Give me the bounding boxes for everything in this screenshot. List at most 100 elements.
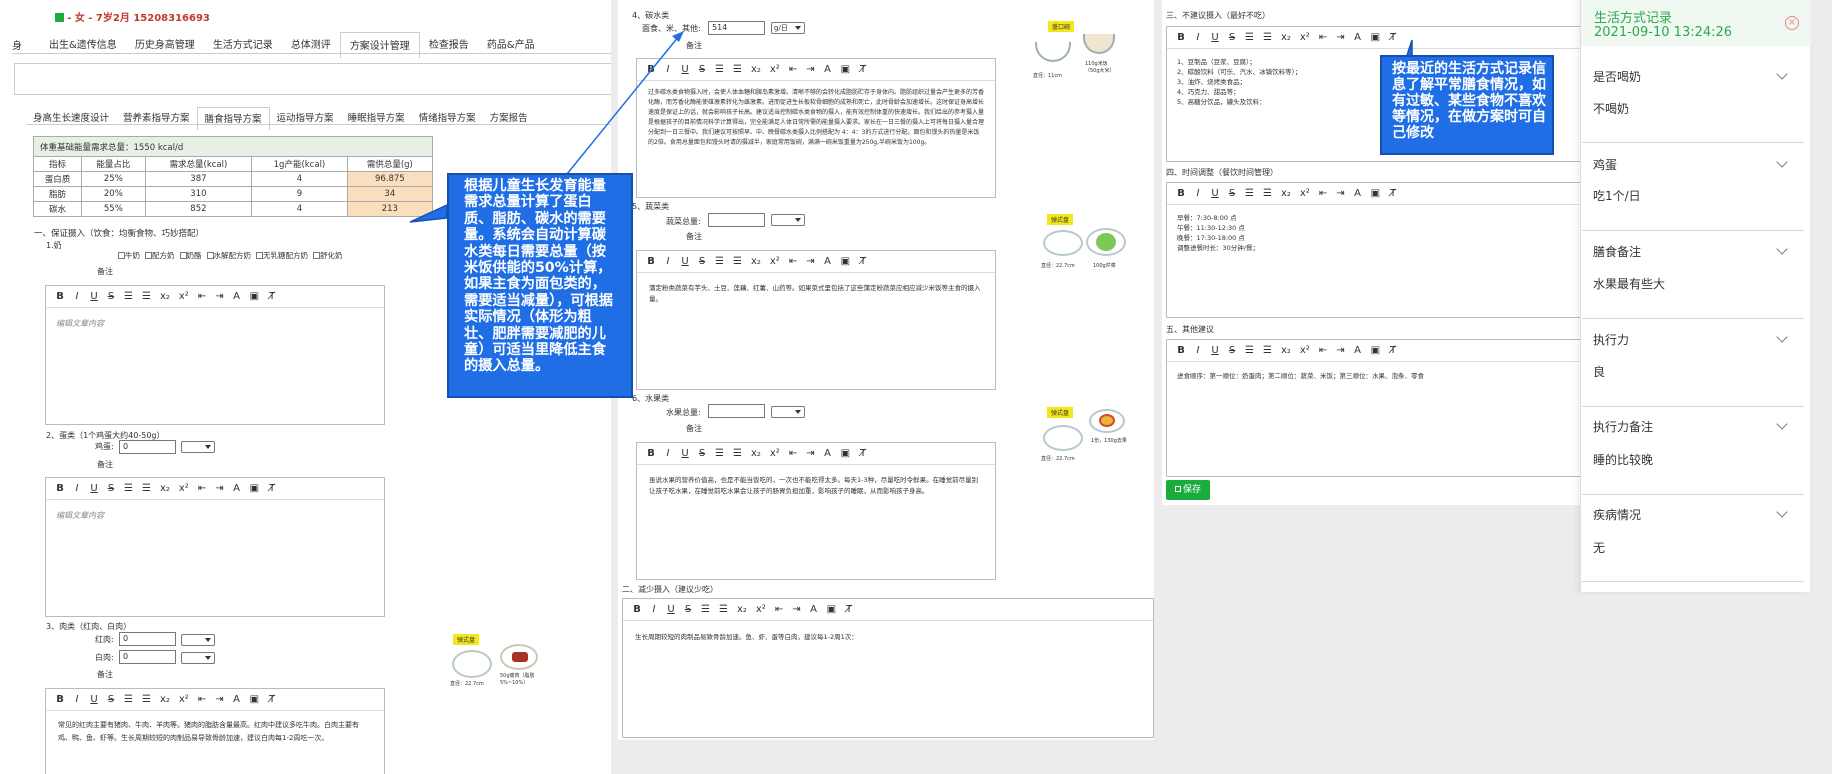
reduce-editor[interactable]: B I U S ☰ ☰ x₂ x² ⇤ ⇥ A ▣ T̸ 生长周期较短的肉制品易致骨龄加速。鱼、虾、蛋等…: [622, 598, 1154, 738]
font-color-button[interactable]: A: [233, 483, 241, 494]
indent-button[interactable]: ⇥: [806, 64, 814, 75]
ordered-list-button[interactable]: ☰: [715, 256, 724, 267]
drawer-item-egg[interactable]: 鸡蛋 吃1个/日: [1582, 144, 1804, 231]
bold-button[interactable]: B: [1177, 32, 1185, 43]
clear-format-button[interactable]: T̸: [268, 291, 276, 302]
strike-button[interactable]: S: [1228, 188, 1236, 199]
subscript-button[interactable]: x₂: [160, 483, 170, 494]
carb-input[interactable]: 514: [708, 21, 765, 35]
superscript-button[interactable]: x²: [179, 483, 189, 494]
clear-format-button[interactable]: T̸: [268, 483, 276, 494]
milk-option[interactable]: 水解配方奶: [206, 250, 251, 261]
bold-button[interactable]: B: [647, 448, 655, 459]
font-color-button[interactable]: A: [824, 256, 832, 267]
strike-button[interactable]: S: [107, 483, 115, 494]
superscript-button[interactable]: x²: [770, 256, 780, 267]
tab-height-history[interactable]: 历史身高管理: [126, 32, 204, 58]
background-color-button[interactable]: ▣: [827, 604, 836, 615]
background-color-button[interactable]: ▣: [1371, 345, 1380, 356]
underline-button[interactable]: U: [667, 604, 675, 615]
ordered-list-button[interactable]: ☰: [1245, 188, 1254, 199]
bullet-list-button[interactable]: ☰: [142, 291, 151, 302]
underline-button[interactable]: U: [681, 64, 689, 75]
italic-button[interactable]: I: [650, 604, 658, 615]
clear-format-button[interactable]: T̸: [1389, 345, 1397, 356]
drawer-item-diet-remark[interactable]: 膳食备注 水果最有些大: [1582, 232, 1804, 319]
strike-button[interactable]: S: [1228, 32, 1236, 43]
outdent-button[interactable]: ⇤: [775, 604, 783, 615]
italic-button[interactable]: I: [1194, 32, 1202, 43]
tab-plan-design[interactable]: 方案设计管理: [339, 32, 420, 58]
font-color-button[interactable]: A: [233, 694, 241, 705]
tab-evaluation[interactable]: 总体测评: [282, 32, 340, 58]
bullet-list-button[interactable]: ☰: [733, 64, 742, 75]
clear-format-button[interactable]: T̸: [268, 694, 276, 705]
italic-button[interactable]: I: [664, 256, 672, 267]
bold-button[interactable]: B: [1177, 345, 1185, 356]
bold-button[interactable]: B: [647, 64, 655, 75]
clear-format-button[interactable]: T̸: [859, 448, 867, 459]
tab-exercise[interactable]: 运动指导方案: [270, 107, 341, 130]
bullet-list-button[interactable]: ☰: [733, 448, 742, 459]
italic-button[interactable]: I: [664, 448, 672, 459]
veg-unit-select[interactable]: [771, 214, 805, 226]
red-meat-unit-select[interactable]: [181, 634, 215, 646]
background-color-button[interactable]: ▣: [841, 256, 850, 267]
font-color-button[interactable]: A: [233, 291, 241, 302]
outdent-button[interactable]: ⇤: [198, 694, 206, 705]
bold-button[interactable]: B: [633, 604, 641, 615]
carb-editor[interactable]: B I U S ☰ ☰ x₂ x² ⇤ ⇥ A ▣ T̸ 过多碳水类食物摄入时，会使人体血糖和胰岛素激增…: [636, 58, 996, 198]
strike-button[interactable]: S: [698, 256, 706, 267]
milk-editor[interactable]: B I U S ☰ ☰ x₂ x² ⇤ ⇥ A ▣ T̸ 编辑文章内容: [45, 285, 385, 425]
bold-button[interactable]: B: [1177, 188, 1185, 199]
ordered-list-button[interactable]: ☰: [124, 694, 133, 705]
ordered-list-button[interactable]: ☰: [715, 448, 724, 459]
bullet-list-button[interactable]: ☰: [142, 694, 151, 705]
egg-editor[interactable]: B I U S ☰ ☰ x₂ x² ⇤ ⇥ A ▣ T̸ 编辑文章内容: [45, 477, 385, 617]
subscript-button[interactable]: x₂: [1281, 188, 1291, 199]
superscript-button[interactable]: x²: [1300, 188, 1310, 199]
strike-button[interactable]: S: [698, 448, 706, 459]
font-color-button[interactable]: A: [1354, 188, 1362, 199]
strike-button[interactable]: S: [107, 291, 115, 302]
subscript-button[interactable]: x₂: [751, 64, 761, 75]
italic-button[interactable]: I: [73, 291, 81, 302]
font-color-button[interactable]: A: [1354, 32, 1362, 43]
subscript-button[interactable]: x₂: [1281, 345, 1291, 356]
tab-lifestyle[interactable]: 生活方式记录: [204, 32, 282, 58]
tab-nutrient[interactable]: 营养素指导方案: [116, 107, 197, 130]
superscript-button[interactable]: x²: [179, 694, 189, 705]
clear-format-button[interactable]: T̸: [1389, 188, 1397, 199]
indent-button[interactable]: ⇥: [806, 256, 814, 267]
bullet-list-button[interactable]: ☰: [719, 604, 728, 615]
background-color-button[interactable]: ▣: [250, 483, 259, 494]
indent-button[interactable]: ⇥: [1336, 32, 1344, 43]
underline-button[interactable]: U: [1211, 32, 1219, 43]
tab-check-report[interactable]: 检查报告: [420, 32, 478, 58]
strike-button[interactable]: S: [1228, 345, 1236, 356]
indent-button[interactable]: ⇥: [792, 604, 800, 615]
italic-button[interactable]: I: [73, 694, 81, 705]
background-color-button[interactable]: ▣: [1371, 32, 1380, 43]
outdent-button[interactable]: ⇤: [1319, 345, 1327, 356]
egg-unit-select[interactable]: [181, 441, 215, 453]
underline-button[interactable]: U: [1211, 345, 1219, 356]
indent-button[interactable]: ⇥: [215, 291, 223, 302]
bullet-list-button[interactable]: ☰: [1263, 188, 1272, 199]
bullet-list-button[interactable]: ☰: [733, 256, 742, 267]
indent-button[interactable]: ⇥: [215, 694, 223, 705]
tab-sleep[interactable]: 睡眠指导方案: [341, 107, 412, 130]
veg-input[interactable]: [708, 213, 765, 227]
outdent-button[interactable]: ⇤: [1319, 32, 1327, 43]
milk-option[interactable]: 舒化奶: [313, 250, 343, 261]
ordered-list-button[interactable]: ☰: [1245, 32, 1254, 43]
chevron-down-icon[interactable]: [1776, 243, 1788, 255]
superscript-button[interactable]: x²: [1300, 32, 1310, 43]
underline-button[interactable]: U: [681, 256, 689, 267]
indent-button[interactable]: ⇥: [1336, 345, 1344, 356]
fruit-input[interactable]: [708, 404, 765, 418]
clear-format-button[interactable]: T̸: [859, 256, 867, 267]
italic-button[interactable]: I: [664, 64, 672, 75]
font-color-button[interactable]: A: [824, 448, 832, 459]
outdent-button[interactable]: ⇤: [789, 448, 797, 459]
